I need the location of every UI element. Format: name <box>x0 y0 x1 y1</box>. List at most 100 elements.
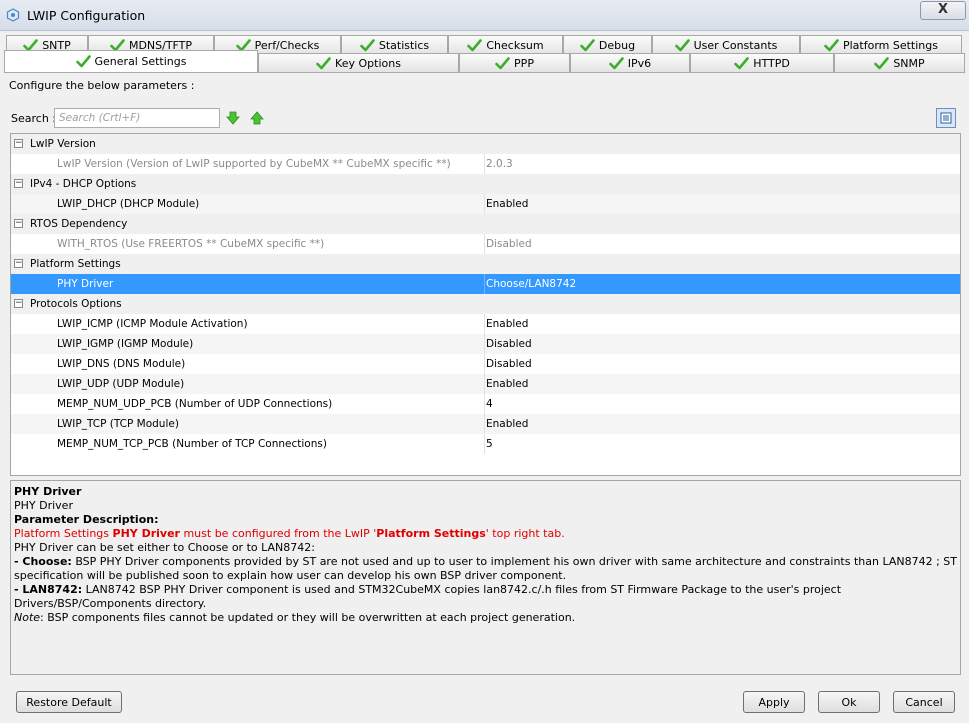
tab-platform-settings[interactable]: Platform Settings <box>800 35 962 54</box>
column-separator <box>484 334 485 354</box>
lan-label: - LAN8742: <box>14 583 83 596</box>
tab-label: General Settings <box>94 55 187 68</box>
check-icon <box>874 56 890 69</box>
parameter-row[interactable]: PHY Driver Choose/LAN8742 <box>11 274 960 294</box>
description-subtitle: PHY Driver <box>14 499 73 512</box>
tab-label: Checksum <box>486 38 544 52</box>
group-row[interactable]: − RTOS Dependency <box>11 214 960 234</box>
tab-label: Perf/Checks <box>254 38 320 52</box>
parameter-value: Disabled <box>486 238 532 250</box>
choose-intro: PHY Driver can be set either to Choose o… <box>14 541 315 554</box>
choose-label: - Choose: <box>14 555 72 568</box>
note-text: : BSP components files cannot be updated… <box>40 611 576 624</box>
close-button[interactable]: X <box>920 1 966 20</box>
ok-button[interactable]: Ok <box>818 691 880 713</box>
parameter-value[interactable]: Enabled <box>486 378 528 390</box>
parameter-value[interactable]: Enabled <box>486 418 528 430</box>
lan-text: LAN8742 BSP PHY Driver component is used… <box>14 583 842 610</box>
apply-button[interactable]: Apply <box>743 691 805 713</box>
parameter-row[interactable]: MEMP_NUM_TCP_PCB (Number of TCP Connecti… <box>11 434 960 454</box>
parameter-row[interactable]: LWIP_IGMP (IGMP Module) Disabled <box>11 334 960 354</box>
parameter-value: 2.0.3 <box>486 158 513 170</box>
column-separator <box>484 314 485 334</box>
tab-ppp[interactable]: PPP <box>459 53 570 72</box>
parameter-row[interactable]: LWIP_DHCP (DHCP Module) Enabled <box>11 194 960 214</box>
restore-default-button[interactable]: Restore Default <box>16 691 122 713</box>
warn-text-1: Platform Settings <box>14 527 113 540</box>
collapse-toggle-icon[interactable]: − <box>14 259 23 268</box>
column-separator <box>484 354 485 374</box>
parameter-value[interactable]: Choose/LAN8742 <box>486 278 576 290</box>
group-row[interactable]: − Platform Settings <box>11 254 960 274</box>
parameter-row[interactable]: MEMP_NUM_UDP_PCB (Number of UDP Connecti… <box>11 394 960 414</box>
check-icon <box>467 38 483 51</box>
parameter-name: LWIP_ICMP (ICMP Module Activation) <box>57 318 248 330</box>
tab-snmp[interactable]: SNMP <box>834 53 965 72</box>
tab-key-options[interactable]: Key Options <box>258 53 459 72</box>
parameter-name: PHY Driver <box>57 278 114 290</box>
parameter-name: LwIP Version (Version of LwIP supported … <box>57 158 451 170</box>
parameter-row[interactable]: LWIP_DNS (DNS Module) Disabled <box>11 354 960 374</box>
parameter-row[interactable]: LWIP_TCP (TCP Module) Enabled <box>11 414 960 434</box>
choose-description: - Choose: BSP PHY Driver components prov… <box>14 555 957 583</box>
app-hexagon-icon <box>6 8 20 22</box>
parameter-row[interactable]: WITH_RTOS (Use FREERTOS ** CubeMX specif… <box>11 234 960 254</box>
search-next-down-icon[interactable] <box>226 111 240 125</box>
parameter-table: − LwIP Version LwIP Version (Version of Lw… <box>10 133 961 476</box>
tab-ipv6[interactable]: IPv6 <box>570 53 690 72</box>
parameter-value[interactable]: Disabled <box>486 338 532 350</box>
configure-label: Configure the below parameters : <box>9 79 195 92</box>
cancel-button[interactable]: Cancel <box>893 691 955 713</box>
check-icon <box>316 56 331 69</box>
tab-general-settings[interactable]: General Settings <box>4 50 258 72</box>
platform-warning: Platform Settings PHY Driver must be con… <box>14 527 957 541</box>
tab-label: HTTPD <box>753 56 790 70</box>
parameter-row[interactable]: LwIP Version (Version of LwIP supported … <box>11 154 960 174</box>
parameter-value[interactable]: Enabled <box>486 318 528 330</box>
tab-label: SNMP <box>893 56 925 70</box>
warn-bold-1: PHY Driver <box>112 527 180 540</box>
search-input[interactable] <box>54 108 220 128</box>
check-icon <box>608 56 624 69</box>
search-prev-up-icon[interactable] <box>250 111 264 125</box>
tab-label: Key Options <box>335 56 401 70</box>
parameter-name: MEMP_NUM_TCP_PCB (Number of TCP Connecti… <box>57 438 327 450</box>
description-title: PHY Driver <box>14 485 82 498</box>
tab-statistics[interactable]: Statistics <box>341 35 448 54</box>
parameter-name: LWIP_IGMP (IGMP Module) <box>57 338 194 350</box>
parameter-value[interactable]: Disabled <box>486 358 532 370</box>
group-row[interactable]: − IPv4 - DHCP Options <box>11 174 960 194</box>
parameter-value[interactable]: 4 <box>486 398 493 410</box>
tab-httpd[interactable]: HTTPD <box>690 53 834 72</box>
parameter-row[interactable]: LWIP_UDP (UDP Module) Enabled <box>11 374 960 394</box>
column-separator <box>484 194 485 214</box>
tab-checksum[interactable]: Checksum <box>448 35 563 54</box>
collapse-toggle-icon[interactable]: − <box>14 139 23 148</box>
group-row[interactable]: − Protocols Options <box>11 294 960 314</box>
parameter-value[interactable]: 5 <box>486 438 493 450</box>
list-view-toggle-button[interactable] <box>936 108 956 128</box>
warn-bold-2: Platform Settings <box>376 527 486 540</box>
tab-strip-border <box>4 72 965 73</box>
warn-text-2: must be configured from the LwIP ' <box>179 527 377 540</box>
collapse-toggle-icon[interactable]: − <box>14 299 23 308</box>
description-panel: PHY Driver PHY Driver Parameter Descript… <box>10 480 961 675</box>
tab-label: User Constants <box>693 38 778 52</box>
parameter-name: WITH_RTOS (Use FREERTOS ** CubeMX specif… <box>57 238 325 250</box>
collapse-toggle-icon[interactable]: − <box>14 179 23 188</box>
parameter-name: LWIP_DNS (DNS Module) <box>57 358 186 370</box>
group-label: Platform Settings <box>30 258 121 270</box>
group-row[interactable]: − LwIP Version <box>11 134 960 154</box>
tab-user-constants[interactable]: User Constants <box>652 35 800 54</box>
parameter-value[interactable]: Enabled <box>486 198 528 210</box>
parameter-name: LWIP_UDP (UDP Module) <box>57 378 185 390</box>
choose-text: BSP PHY Driver components provided by ST… <box>14 555 957 582</box>
parameter-name: LWIP_DHCP (DHCP Module) <box>57 198 200 210</box>
warn-text-3: ' top right tab. <box>485 527 565 540</box>
note-label: Note <box>14 611 41 624</box>
collapse-toggle-icon[interactable]: − <box>14 219 23 228</box>
list-view-icon <box>940 112 952 124</box>
tab-debug[interactable]: Debug <box>563 35 652 54</box>
parameter-row[interactable]: LWIP_ICMP (ICMP Module Activation) Enable… <box>11 314 960 334</box>
check-icon <box>75 55 91 68</box>
